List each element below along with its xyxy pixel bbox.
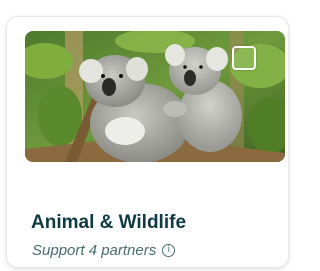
- card-title: Animal & Wildlife: [31, 212, 187, 233]
- category-card[interactable]: Animal & Wildlife Support 4 partners i: [6, 16, 289, 268]
- info-icon[interactable]: i: [162, 244, 176, 257]
- subtitle-text: Support 4 partners: [32, 242, 157, 259]
- card-subtitle: Support 4 partners i: [32, 242, 176, 259]
- select-checkbox[interactable]: [232, 46, 256, 70]
